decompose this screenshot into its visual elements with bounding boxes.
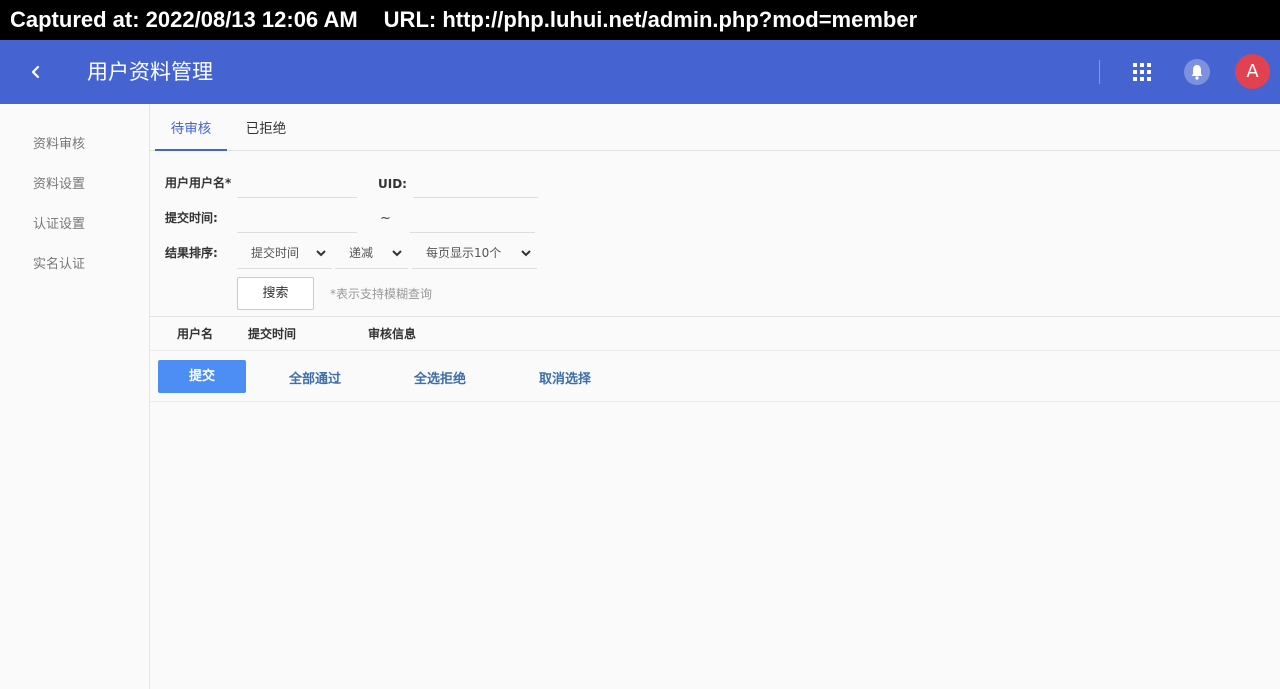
sidebar: 资料审核 资料设置 认证设置 实名认证 xyxy=(0,104,150,689)
column-header-review-info: 审核信息 xyxy=(368,327,417,341)
capture-info-bar: Captured at: 2022/08/13 12:06 AM URL: htt… xyxy=(0,0,1280,40)
capture-url-text: URL: http://php.luhui.net/admin.php?mod=… xyxy=(383,7,918,32)
sidebar-item-profile-review[interactable]: 资料审核 xyxy=(33,135,85,155)
tab-pending-review[interactable]: 待审核 xyxy=(155,104,227,151)
back-button[interactable] xyxy=(18,54,54,90)
uid-label: UID: xyxy=(378,177,407,191)
submit-time-label: 提交时间: xyxy=(165,211,218,225)
page-size-select[interactable]: 每页显示10个 xyxy=(412,239,537,269)
notifications-button[interactable] xyxy=(1184,59,1210,85)
chevron-left-icon xyxy=(31,65,40,79)
sort-field-select[interactable]: 提交时间 xyxy=(237,239,332,269)
sort-label: 结果排序: xyxy=(165,246,218,260)
apps-button[interactable] xyxy=(1127,57,1157,87)
search-button[interactable]: 搜索 xyxy=(237,277,314,310)
time-range-separator: ~ xyxy=(380,211,391,226)
table-divider xyxy=(150,316,1280,317)
time-start-input[interactable] xyxy=(237,206,357,233)
sort-order-value: 递减 xyxy=(349,246,374,260)
tab-rejected[interactable]: 已拒绝 xyxy=(230,104,302,151)
grid-icon xyxy=(1133,63,1151,81)
time-end-input[interactable] xyxy=(410,206,535,233)
chevron-down-icon xyxy=(521,250,531,257)
page-title: 用户资料管理 xyxy=(87,60,213,84)
sidebar-item-real-name-verification[interactable]: 实名认证 xyxy=(33,255,85,275)
reject-all-link[interactable]: 全选拒绝 xyxy=(414,368,466,387)
header-divider xyxy=(1099,60,1100,84)
fuzzy-search-hint: *表示支持模糊查询 xyxy=(330,287,433,301)
uid-input[interactable] xyxy=(413,171,538,198)
tab-bar: 待审核 已拒绝 xyxy=(150,104,1280,151)
main-content: 待审核 已拒绝 用户用户名* UID: 提交时间: ~ 结果排序: 提交时间 递… xyxy=(150,104,1280,689)
submit-button[interactable]: 提交 xyxy=(158,360,246,393)
cancel-selection-link[interactable]: 取消选择 xyxy=(539,368,591,387)
sort-field-value: 提交时间 xyxy=(251,246,300,260)
actions-divider xyxy=(150,401,1280,402)
user-avatar[interactable]: A xyxy=(1235,54,1270,89)
column-header-submit-time: 提交时间 xyxy=(248,327,297,341)
top-app-bar: 用户资料管理 A xyxy=(0,40,1280,104)
sort-order-select[interactable]: 递减 xyxy=(335,239,408,269)
sidebar-item-verification-settings[interactable]: 认证设置 xyxy=(33,215,85,235)
header-row-divider xyxy=(150,350,1280,351)
bell-icon xyxy=(1191,65,1203,80)
username-label: 用户用户名* xyxy=(165,176,232,190)
username-input[interactable] xyxy=(237,171,357,198)
chevron-down-icon xyxy=(316,250,326,257)
approve-all-link[interactable]: 全部通过 xyxy=(289,368,341,387)
chevron-down-icon xyxy=(392,250,402,257)
captured-at-text: Captured at: 2022/08/13 12:06 AM xyxy=(10,7,358,32)
sidebar-item-profile-settings[interactable]: 资料设置 xyxy=(33,175,85,195)
column-header-username: 用户名 xyxy=(177,327,214,341)
page-size-value: 每页显示10个 xyxy=(426,246,502,260)
